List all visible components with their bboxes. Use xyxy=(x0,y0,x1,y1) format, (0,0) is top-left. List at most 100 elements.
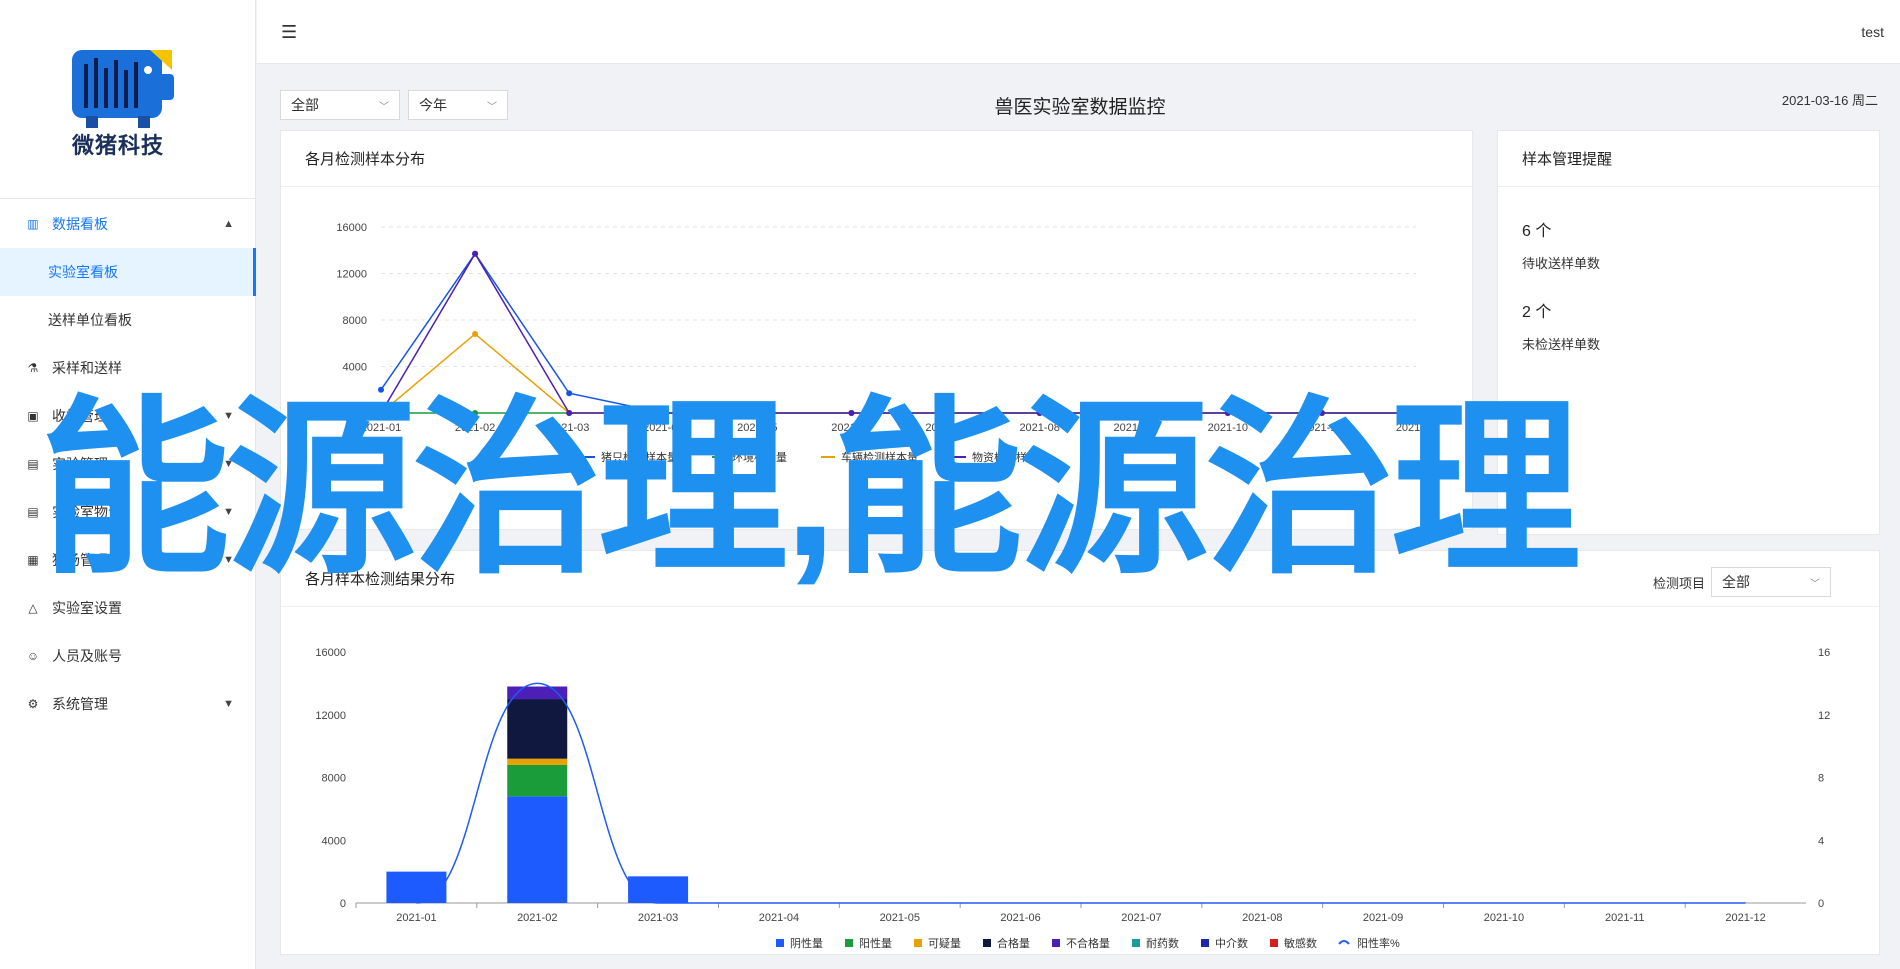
test-item-select[interactable]: 全部 ﹀ xyxy=(1711,567,1831,597)
menu-fold-icon[interactable]: ☰ xyxy=(281,22,297,43)
sidebar-item-label: 实验管理 xyxy=(52,456,108,472)
x-tick-label: 2021-02 xyxy=(455,422,495,434)
monthly-samples-card: 各月检测样本分布 0 4000 8000 12000 16000 2021-01 2021-… xyxy=(280,130,1473,530)
x-tick-label: 2021-08 xyxy=(1019,422,1059,434)
legend-swatch xyxy=(1338,940,1350,945)
y2-tick-label: 4 xyxy=(1818,835,1824,847)
sidebar-item-receiving[interactable]: ▣ 收样管理 ▼ xyxy=(0,392,256,440)
chevron-down-icon: ▼ xyxy=(223,458,234,470)
sidebar-item-label: 实验室看板 xyxy=(48,264,118,280)
sidebar-item-sampling[interactable]: ⚗ 采样和送样 xyxy=(0,344,256,392)
legend-label: 猪只检测样本量 xyxy=(601,450,678,464)
sidebar-item-label: 数据看板 xyxy=(52,216,108,232)
x-tick-label: 2021-05 xyxy=(880,912,920,924)
y-tick-label: 8000 xyxy=(343,315,367,327)
pending-receive-label: 待收送样单数 xyxy=(1522,256,1601,271)
legend-label: 车辆检测样本量 xyxy=(841,450,918,464)
data-point xyxy=(472,330,479,337)
sidebar-item-label: 实验室物资 xyxy=(52,504,122,520)
legend-label: 环境样本量 xyxy=(732,450,787,464)
chevron-down-icon: ﹀ xyxy=(487,101,497,113)
card-title: 各月检测样本分布 xyxy=(281,131,1472,187)
unchecked-label: 未检送样单数 xyxy=(1522,337,1601,352)
sidebar-item-system[interactable]: ⚙ 系统管理 ▼ xyxy=(0,680,256,728)
legend-label: 不合格量 xyxy=(1066,936,1110,950)
x-tick-label: 2021-01 xyxy=(396,912,436,924)
x-tick-label: 2021-04 xyxy=(643,422,683,434)
chevron-down-icon: ▼ xyxy=(223,410,234,422)
y2-tick-label: 16 xyxy=(1818,647,1830,659)
series-line xyxy=(380,252,1416,414)
monthly-results-card: 各月样本检测结果分布 检测项目 全部 ﹀ 0 4000 8000 12000 16000… xyxy=(280,550,1880,955)
chevron-down-icon: ﹀ xyxy=(1810,578,1820,590)
x-tick-label: 2021-08 xyxy=(1242,912,1282,924)
monthly-samples-chart: 0 4000 8000 12000 16000 2021-01 2021-02 2021-03… xyxy=(336,222,1436,464)
x-tick-label: 2021-07 xyxy=(925,422,965,434)
chevron-down-icon: ▼ xyxy=(223,698,234,710)
y-tick-label: 0 xyxy=(340,898,346,910)
farm-icon: ▦ xyxy=(27,553,39,567)
test-item-filter: 检测项目 全部 ﹀ xyxy=(1653,567,1831,597)
data-point xyxy=(566,410,573,416)
doc-icon: ▤ xyxy=(27,505,39,519)
period-select-value: 今年 xyxy=(419,97,447,113)
current-date: 2021-03-16 周二 xyxy=(1781,93,1878,108)
test-item-select-value: 全部 xyxy=(1722,574,1750,590)
x-tick-label: 2021-06 xyxy=(1000,912,1040,924)
monthly-results-chart: 0 4000 8000 12000 16000 0 4 8 12 16 2021-01 2021-02… xyxy=(315,647,1830,950)
sidebar-item-lab-settings[interactable]: △ 实验室设置 xyxy=(0,584,256,632)
legend-swatch xyxy=(1052,939,1060,947)
legend-label: 合格量 xyxy=(997,936,1030,950)
sidebar-item-dashboard[interactable]: ▥ 数据看板 ▲ xyxy=(0,200,256,248)
x-tick-label: 2021-12 xyxy=(1725,912,1765,924)
period-select[interactable]: 今年 ﹀ xyxy=(408,90,508,120)
sidebar-item-label: 送样单位看板 xyxy=(48,312,132,328)
sidebar-item-label: 猪场管理 xyxy=(52,552,108,568)
bar-segment xyxy=(386,871,447,903)
flask-icon: ⚗ xyxy=(27,361,39,375)
data-point xyxy=(566,390,573,397)
data-point xyxy=(1130,410,1137,416)
sidebar-item-experiment[interactable]: ▤ 实验管理 ▼ xyxy=(0,440,256,488)
x-tick-label: 2021-10 xyxy=(1484,912,1524,924)
data-point xyxy=(942,410,949,416)
x-tick-label: 2021-10 xyxy=(1208,422,1248,434)
x-tick-label: 2021-02 xyxy=(517,912,557,924)
chevron-down-icon: ▼ xyxy=(223,506,234,518)
x-tick-label: 2021-04 xyxy=(759,912,799,924)
x-tick-label: 2021-03 xyxy=(549,422,589,434)
x-tick-label: 2021-03 xyxy=(638,912,678,924)
bar-segment xyxy=(507,686,568,700)
sidebar-item-lab-board[interactable]: 实验室看板 xyxy=(0,248,256,296)
unchecked-count: 2 个 xyxy=(1522,304,1552,321)
scope-select[interactable]: 全部 ﹀ xyxy=(280,90,400,120)
y-tick-label: 16000 xyxy=(336,222,367,234)
legend-swatch xyxy=(983,939,991,947)
card-title: 各月样本检测结果分布 xyxy=(281,551,1879,607)
sidebar-item-accounts[interactable]: ☺ 人员及账号 xyxy=(0,632,256,680)
data-point xyxy=(378,410,384,416)
rate-line xyxy=(416,682,1746,904)
legend-label: 中介数 xyxy=(1215,937,1248,950)
gear-icon: ⚙ xyxy=(27,697,39,711)
y-tick-label: 4000 xyxy=(322,835,346,847)
x-tick-label: 2021-11 xyxy=(1605,912,1645,924)
top-bar: ☰ test xyxy=(257,0,1900,64)
sidebar-item-label: 人员及账号 xyxy=(52,648,122,664)
pending-receive-count: 6 个 xyxy=(1522,223,1552,240)
sidebar-item-supplies[interactable]: ▤ 实验室物资 ▼ xyxy=(0,488,256,536)
brand-name: 微猪科技 xyxy=(72,133,165,158)
legend-label: 物资检测样本量 xyxy=(972,450,1049,464)
sidebar-item-unit-board[interactable]: 送样单位看板 xyxy=(0,296,256,344)
data-point xyxy=(1413,410,1419,416)
sidebar-item-label: 采样和送样 xyxy=(52,360,122,376)
data-point xyxy=(378,386,384,393)
y-tick-label: 8000 xyxy=(322,773,346,785)
y-tick-label: 12000 xyxy=(336,269,367,281)
sidebar-item-farm[interactable]: ▦ 猪场管理 ▼ xyxy=(0,536,256,584)
scope-select-value: 全部 xyxy=(291,97,319,113)
legend-label: 可疑量 xyxy=(928,937,961,950)
x-tick-label: 2021-06 xyxy=(831,422,871,434)
chevron-up-icon: ▲ xyxy=(223,218,234,230)
user-name[interactable]: test xyxy=(1861,24,1884,40)
